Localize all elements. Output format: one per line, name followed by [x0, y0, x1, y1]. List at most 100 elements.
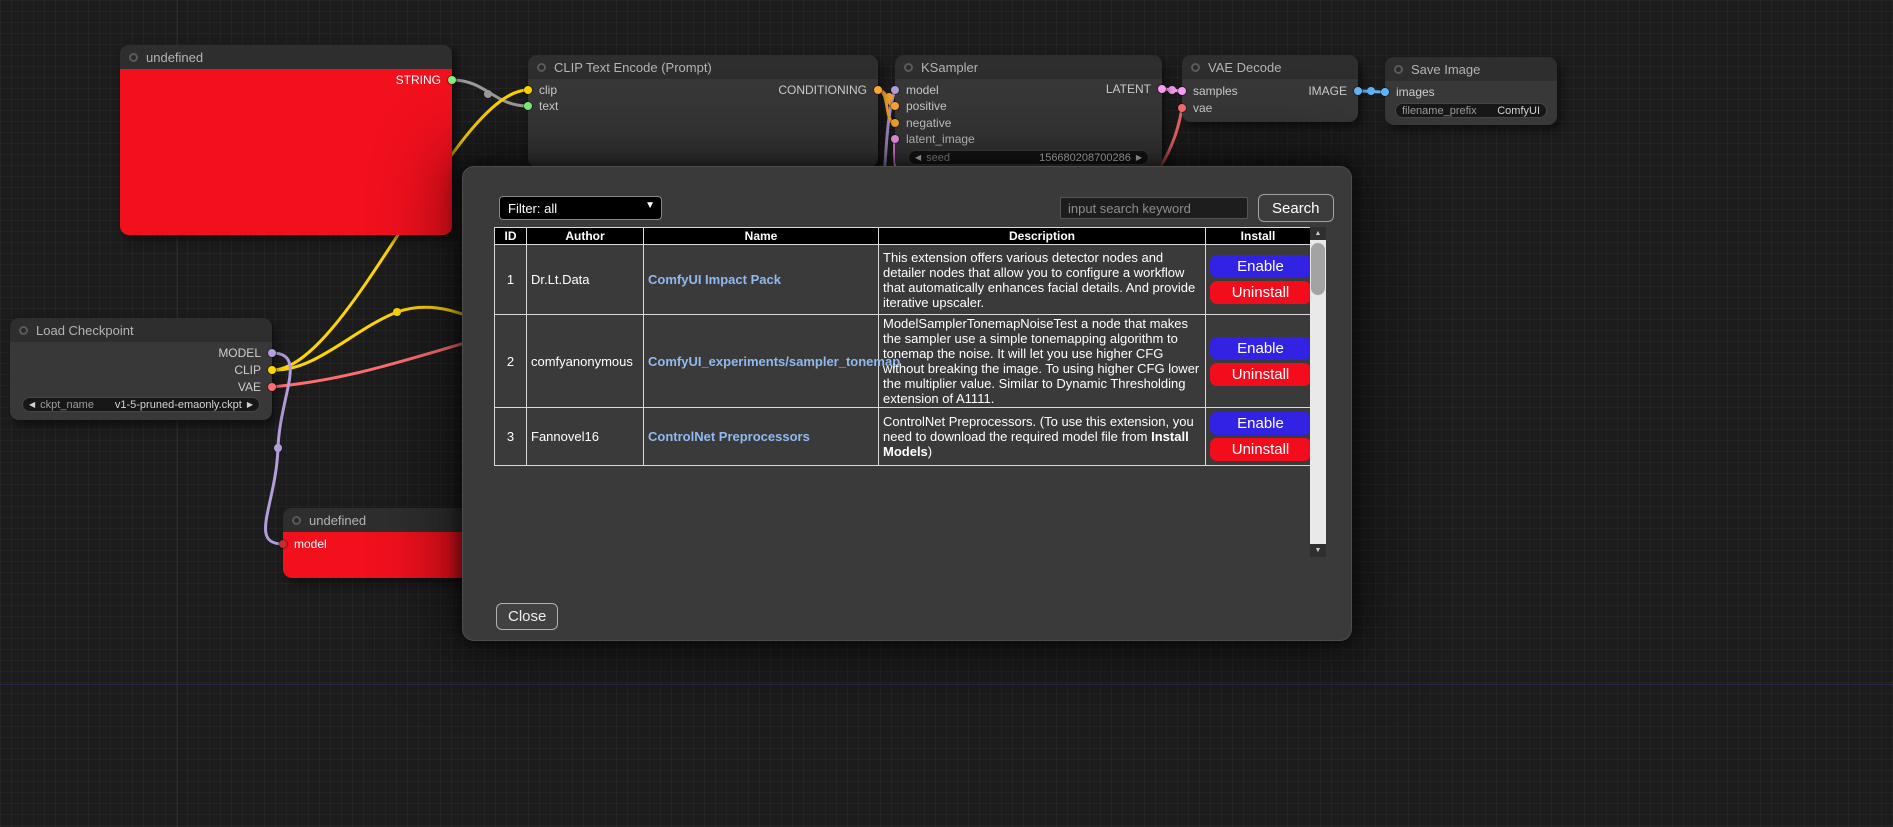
output-slot-image[interactable] [1354, 87, 1362, 95]
collapse-dot-icon[interactable] [537, 63, 546, 72]
output-slot-string[interactable] [448, 76, 456, 84]
filter-select-wrap: Filter: all ▼ [499, 196, 662, 220]
collapse-dot-icon[interactable] [904, 63, 913, 72]
custom-nodes-table: ID Author Name Description Install 1 Dr.… [494, 227, 1311, 466]
input-slot-model[interactable] [279, 540, 287, 548]
output-slot-latent[interactable] [1158, 85, 1166, 93]
search-button[interactable]: Search [1258, 194, 1334, 222]
collapse-dot-icon[interactable] [1394, 65, 1403, 74]
cell-install: Enable Uninstall [1206, 315, 1311, 408]
cell-id: 1 [495, 245, 527, 315]
output-slot-conditioning[interactable] [874, 86, 882, 94]
uninstall-button[interactable]: Uninstall [1210, 438, 1311, 461]
output-slot-model[interactable] [268, 349, 276, 357]
link-dot[interactable] [484, 90, 492, 98]
input-label-model: model [906, 82, 939, 98]
prev-icon[interactable]: ◀ [29, 397, 35, 412]
scrollbar-thumb[interactable] [1311, 243, 1325, 295]
input-label-latent-image: latent_image [906, 131, 975, 147]
node-vae-decode[interactable]: VAE Decode samples vae IMAGE [1182, 55, 1358, 122]
node-ksampler[interactable]: KSampler model positive negative latent_… [895, 55, 1162, 170]
table-scrollbar[interactable]: ▲ ▼ [1310, 227, 1326, 557]
extension-link[interactable]: ComfyUI Impact Pack [648, 272, 781, 287]
scroll-down-icon[interactable]: ▼ [1310, 544, 1326, 557]
input-label-positive: positive [906, 98, 947, 114]
widget-value: ComfyUI [1497, 105, 1540, 117]
graph-canvas[interactable]: undefined STRING CLIP Text Encode (Promp… [0, 0, 1893, 827]
node-titlebar[interactable]: KSampler [895, 55, 1162, 79]
input-slot-vae[interactable] [1178, 104, 1186, 112]
decrement-icon[interactable]: ◀ [915, 150, 921, 165]
node-clip-text-encode[interactable]: CLIP Text Encode (Prompt) clip text COND… [528, 55, 878, 167]
input-slot-model[interactable] [891, 86, 899, 94]
enable-button[interactable]: Enable [1210, 412, 1311, 435]
node-title: VAE Decode [1208, 60, 1281, 75]
node-body [120, 69, 452, 235]
link-dot[interactable] [1367, 87, 1375, 95]
filename-prefix-widget[interactable]: filename_prefix ComfyUI [1395, 103, 1547, 118]
next-icon[interactable]: ▶ [247, 397, 253, 412]
link-dot[interactable] [885, 93, 893, 101]
enable-button[interactable]: Enable [1210, 337, 1311, 360]
node-titlebar[interactable]: CLIP Text Encode (Prompt) [528, 55, 878, 79]
cell-description: This extension offers various detector n… [879, 245, 1206, 315]
node-titlebar[interactable]: undefined [283, 508, 473, 532]
input-slot-positive[interactable] [891, 102, 899, 110]
collapse-dot-icon[interactable] [292, 516, 301, 525]
input-slot-samples[interactable] [1178, 87, 1186, 95]
widget-value: v1-5-pruned-emaonly.ckpt [115, 399, 242, 411]
input-label-images: images [1396, 84, 1435, 100]
cell-id: 3 [495, 408, 527, 466]
extension-link[interactable]: ControlNet Preprocessors [648, 429, 810, 444]
node-title: undefined [146, 50, 203, 65]
cell-id: 2 [495, 315, 527, 408]
close-button[interactable]: Close [496, 603, 558, 630]
col-header-id: ID [495, 228, 527, 245]
uninstall-button[interactable]: Uninstall [1210, 281, 1311, 304]
col-header-install: Install [1206, 228, 1311, 245]
node-title: undefined [309, 513, 366, 528]
collapse-dot-icon[interactable] [129, 53, 138, 62]
node-titlebar[interactable]: VAE Decode [1182, 55, 1358, 79]
uninstall-button[interactable]: Uninstall [1210, 363, 1311, 386]
input-slot-negative[interactable] [891, 119, 899, 127]
table-row: 3 Fannovel16 ControlNet Preprocessors Co… [495, 408, 1311, 466]
node-titlebar[interactable]: Save Image [1385, 57, 1557, 81]
cell-author: Fannovel16 [527, 408, 644, 466]
input-label-negative: negative [906, 115, 951, 131]
table-header-row: ID Author Name Description Install [495, 228, 1311, 245]
table-row: 1 Dr.Lt.Data ComfyUI Impact Pack This ex… [495, 245, 1311, 315]
cell-author: Dr.Lt.Data [527, 245, 644, 315]
output-label-string: STRING [396, 72, 441, 88]
output-slot-clip[interactable] [268, 366, 276, 374]
output-slot-vae[interactable] [268, 383, 276, 391]
seed-widget[interactable]: ◀ seed 156680208700286 ▶ [908, 150, 1149, 165]
table-row: 2 comfyanonymous ComfyUI_experiments/sam… [495, 315, 1311, 408]
node-save-image[interactable]: Save Image images filename_prefix ComfyU… [1385, 57, 1557, 125]
enable-button[interactable]: Enable [1210, 255, 1311, 278]
search-input[interactable] [1060, 197, 1248, 219]
collapse-dot-icon[interactable] [1191, 63, 1200, 72]
extension-link[interactable]: ComfyUI_experiments/sampler_tonemap [648, 354, 900, 369]
input-label-text: text [539, 98, 558, 114]
increment-icon[interactable]: ▶ [1136, 150, 1142, 165]
input-slot-text[interactable] [524, 102, 532, 110]
node-undefined-string[interactable]: undefined STRING [120, 45, 452, 235]
input-slot-clip[interactable] [524, 86, 532, 94]
node-titlebar[interactable]: Load Checkpoint [10, 318, 272, 342]
node-titlebar[interactable]: undefined [120, 45, 452, 69]
input-slot-latent-image[interactable] [891, 135, 899, 143]
link-dot[interactable] [274, 444, 282, 452]
link-dot[interactable] [393, 308, 401, 316]
filter-select[interactable]: Filter: all [499, 196, 662, 220]
link-dot[interactable] [1168, 86, 1176, 94]
ckpt-name-widget[interactable]: ◀ ckpt_name v1-5-pruned-emaonly.ckpt ▶ [22, 397, 260, 412]
output-label-vae: VAE [238, 379, 261, 395]
collapse-dot-icon[interactable] [19, 326, 28, 335]
input-slot-images[interactable] [1381, 88, 1389, 96]
scroll-up-icon[interactable]: ▲ [1310, 227, 1326, 240]
cell-install: Enable Uninstall [1206, 245, 1311, 315]
cell-author: comfyanonymous [527, 315, 644, 408]
node-load-checkpoint[interactable]: Load Checkpoint MODEL CLIP VAE ◀ ckpt_na… [10, 318, 272, 420]
node-undefined-model[interactable]: undefined model [283, 508, 473, 578]
